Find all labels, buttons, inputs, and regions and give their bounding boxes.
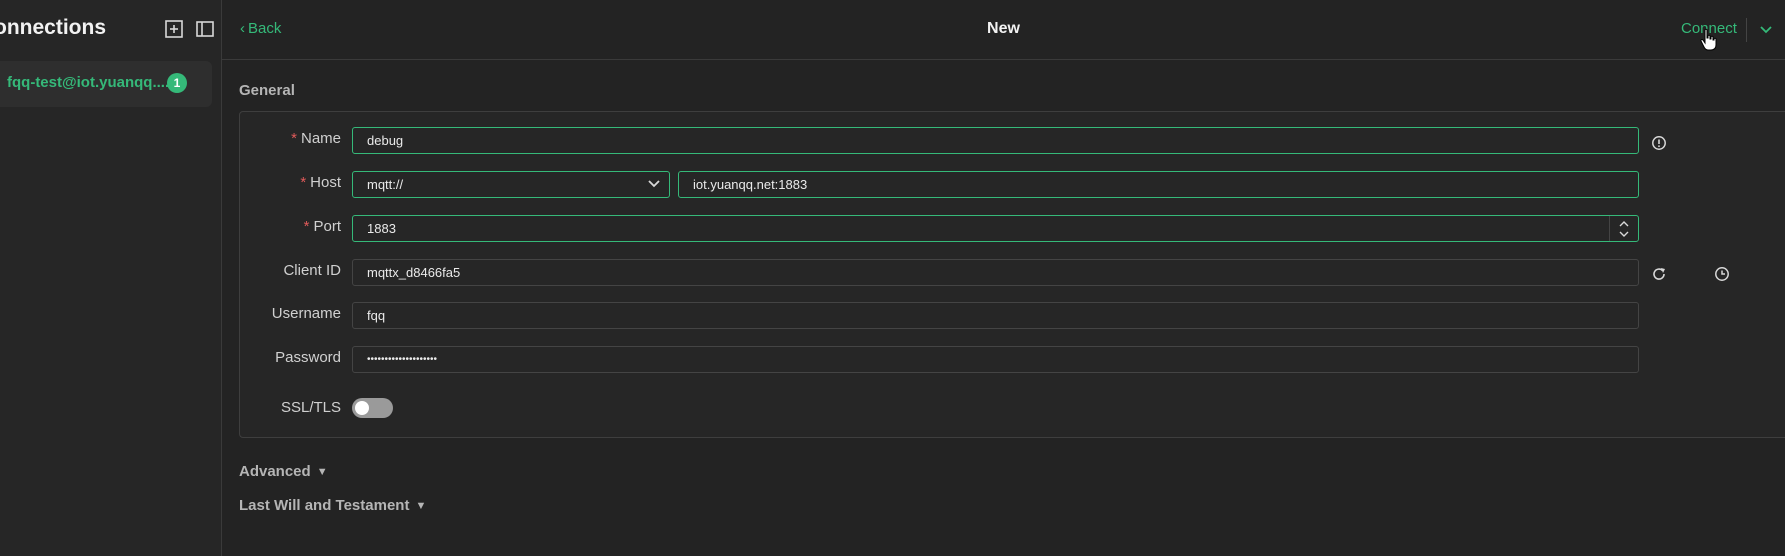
- host-label: * Host: [300, 174, 341, 191]
- ssl-label: SSL/TLS: [280, 399, 341, 416]
- section-general-title: General: [239, 82, 295, 99]
- caret-down-icon: ▼: [316, 466, 328, 478]
- clock-icon[interactable]: [1714, 266, 1730, 282]
- client-id-label: Client ID: [283, 262, 341, 279]
- chevron-down-icon[interactable]: [1759, 22, 1773, 36]
- chevron-down-icon[interactable]: [1619, 230, 1629, 238]
- required-mark: *: [291, 130, 297, 147]
- username-input[interactable]: fqq: [352, 302, 1639, 329]
- host-input[interactable]: iot.yuanqq.net:1883: [678, 171, 1639, 198]
- port-value: 1883: [367, 221, 396, 236]
- protocol-select[interactable]: mqtt://: [352, 171, 670, 198]
- toggle-knob: [355, 401, 369, 415]
- add-connection-icon[interactable]: [164, 19, 184, 39]
- caret-down-icon: ▼: [415, 500, 427, 512]
- connection-badge: 1: [167, 73, 187, 93]
- last-will-section-toggle[interactable]: Last Will and Testament ▼: [239, 497, 426, 514]
- sidebar-title: onnections: [0, 16, 107, 39]
- connection-item[interactable]: fqq-test@iot.yuanqq.... 1: [0, 61, 212, 107]
- port-input[interactable]: 1883: [352, 215, 1639, 242]
- page-title: New: [987, 20, 1020, 37]
- hand-cursor-icon: [1700, 28, 1717, 51]
- name-input[interactable]: debug: [352, 127, 1639, 154]
- chevron-down-icon: [648, 180, 660, 188]
- required-mark: *: [300, 174, 307, 191]
- info-icon[interactable]: [1651, 135, 1667, 151]
- refresh-icon[interactable]: [1651, 266, 1667, 282]
- chevron-up-icon[interactable]: [1619, 220, 1629, 228]
- ssl-toggle[interactable]: [352, 398, 393, 418]
- password-input[interactable]: ••••••••••••••••••••: [352, 346, 1639, 373]
- sidebar: onnections fqq-test@iot.yuanqq.... 1: [0, 0, 222, 556]
- last-will-label: Last Will and Testament: [239, 497, 410, 514]
- client-id-input[interactable]: mqttx_d8466fa5: [352, 259, 1639, 286]
- port-label: * Port: [303, 218, 341, 235]
- advanced-section-toggle[interactable]: Advanced ▼: [239, 463, 328, 480]
- topbar: ‹ Back New Connect: [222, 0, 1785, 60]
- advanced-label: Advanced: [239, 463, 311, 480]
- username-label: Username: [271, 305, 341, 322]
- required-mark: *: [303, 218, 310, 235]
- toggle-sidebar-icon[interactable]: [195, 19, 215, 39]
- toolbar-divider: [1746, 18, 1747, 42]
- name-label: * Name: [291, 130, 341, 147]
- port-stepper[interactable]: [1609, 216, 1638, 241]
- password-label: Password: [275, 349, 341, 366]
- protocol-value: mqtt://: [367, 177, 404, 192]
- connection-name: fqq-test@iot.yuanqq....: [7, 74, 170, 91]
